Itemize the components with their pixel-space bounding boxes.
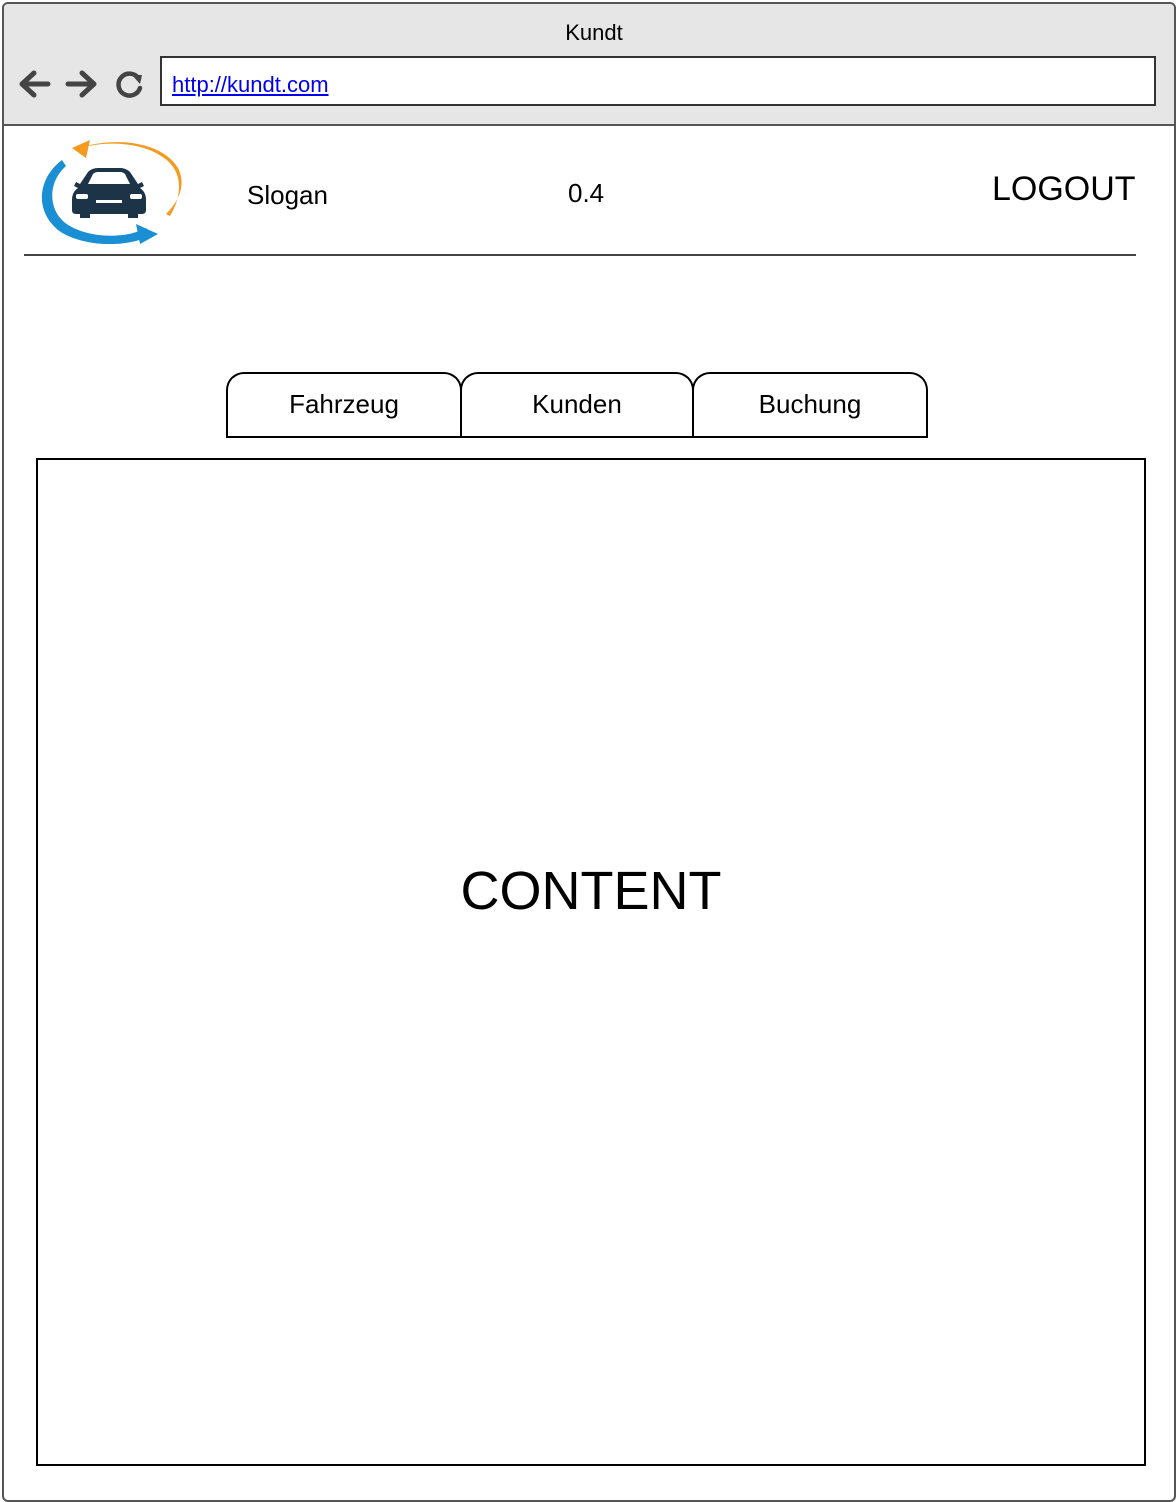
tab-fahrzeug[interactable]: Fahrzeug — [226, 372, 462, 436]
slogan: Slogan — [247, 180, 328, 210]
arrow-left-icon — [19, 70, 51, 98]
version-number: 0.4 — [568, 178, 605, 208]
browser-window: Kundt http://kundt.com Slogan 0.4 LOGOUT… — [2, 2, 1176, 1502]
reload-icon — [116, 71, 143, 98]
address-bar[interactable]: http://kundt.com — [160, 56, 1156, 106]
forward-button[interactable] — [64, 66, 100, 102]
tab-kunden[interactable]: Kunden — [460, 372, 694, 436]
back-button[interactable] — [16, 66, 52, 102]
window-title: Kundt — [565, 20, 623, 45]
arrow-right-icon — [65, 70, 97, 98]
content-area: CONTENT — [36, 458, 1146, 1466]
logout-button[interactable]: LOGOUT — [992, 170, 1136, 209]
content-placeholder: CONTENT — [460, 861, 722, 921]
url-link[interactable]: http://kundt.com — [172, 72, 329, 98]
car-logo — [32, 138, 184, 248]
browser-chrome: Kundt http://kundt.com — [4, 4, 1174, 126]
tabs-baseline — [226, 436, 928, 438]
tab-buchung[interactable]: Buchung — [692, 372, 928, 436]
reload-button[interactable] — [112, 66, 148, 102]
header-divider — [24, 254, 1136, 256]
